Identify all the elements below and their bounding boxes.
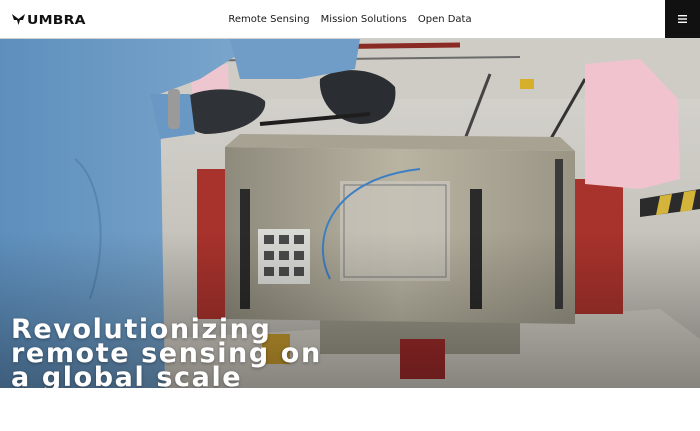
- menu-button[interactable]: [665, 0, 700, 38]
- hero-section: Revolutionizing remote sensing on a glob…: [0, 39, 700, 388]
- content-area: [0, 388, 700, 431]
- brand-name: UMBRA: [27, 11, 86, 27]
- hero-title: Revolutionizing remote sensing on a glob…: [11, 316, 431, 388]
- nav-open-data[interactable]: Open Data: [418, 14, 472, 25]
- hero-title-line-3: a global scale: [11, 362, 243, 388]
- main-nav: Remote Sensing Mission Solutions Open Da…: [0, 0, 700, 38]
- site-header: UMBRA Remote Sensing Mission Solutions O…: [0, 0, 700, 39]
- nav-mission-solutions[interactable]: Mission Solutions: [321, 14, 407, 25]
- umbra-logo[interactable]: UMBRA: [12, 11, 85, 27]
- hamburger-menu-icon: [678, 15, 687, 23]
- umbra-bird-icon: [12, 14, 25, 25]
- page: UMBRA Remote Sensing Mission Solutions O…: [0, 0, 700, 431]
- nav-remote-sensing[interactable]: Remote Sensing: [228, 14, 309, 25]
